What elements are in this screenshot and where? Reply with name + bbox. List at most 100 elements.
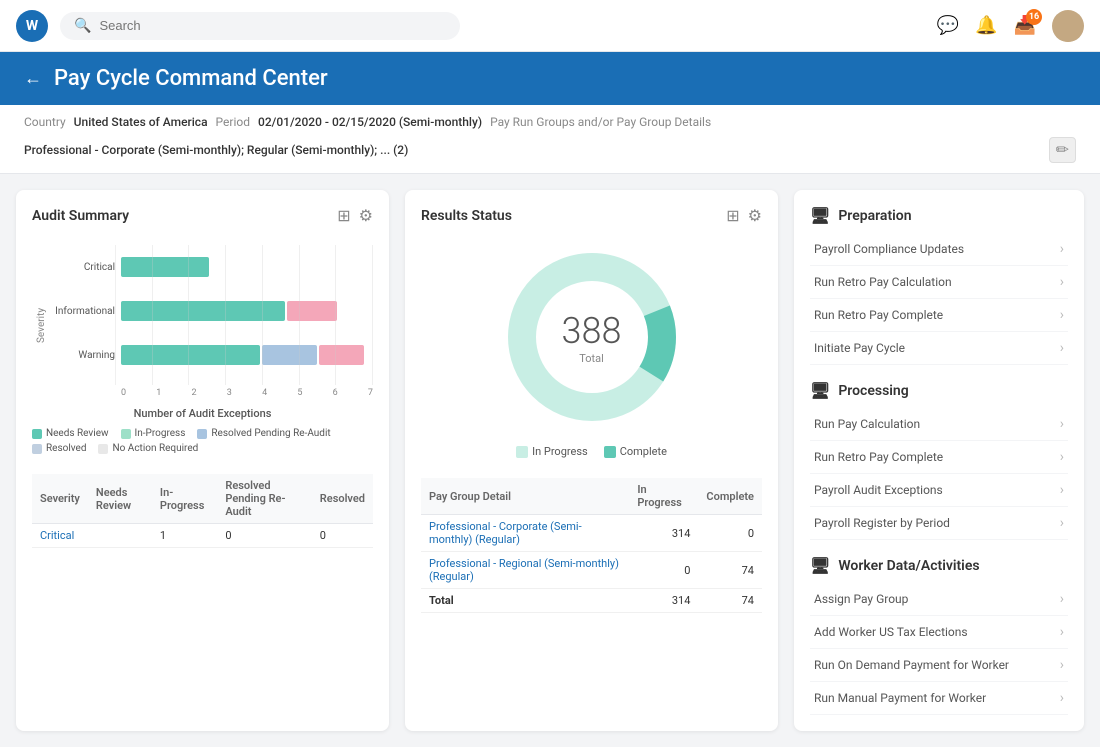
- menu-payroll-compliance[interactable]: Payroll Compliance Updates ›: [810, 233, 1068, 266]
- bell-icon[interactable]: 🔔: [975, 15, 997, 36]
- preparation-section-title: 🖥 Preparation: [810, 206, 1068, 225]
- inbox-badge: 16: [1026, 9, 1042, 25]
- menu-on-demand-payment[interactable]: Run On Demand Payment for Worker ›: [810, 649, 1068, 682]
- chevron-icon: ›: [1060, 690, 1064, 706]
- search-input[interactable]: [99, 18, 446, 33]
- results-legend: In Progress Complete: [421, 445, 762, 458]
- audit-summary-card: Audit Summary ⊞ ⚙ Severity: [16, 190, 389, 731]
- table-row: Professional - Corporate (Semi-monthly) …: [421, 515, 762, 552]
- legend-needs-review-icon: [32, 429, 42, 439]
- chevron-icon: ›: [1060, 416, 1064, 432]
- chevron-icon: ›: [1060, 241, 1064, 257]
- legend-complete-text: Complete: [620, 445, 667, 458]
- y-axis-label: Severity: [32, 245, 51, 405]
- chevron-icon: ›: [1060, 657, 1064, 673]
- period-label: Period: [216, 115, 250, 129]
- processing-section-title: 🖥 Processing: [810, 381, 1068, 400]
- back-button[interactable]: ←: [24, 68, 42, 89]
- donut-chart: 388 Total: [421, 237, 762, 437]
- results-table: Pay Group Detail In Progress Complete Pr…: [421, 478, 762, 613]
- chevron-icon: ›: [1060, 449, 1064, 465]
- payrun-value: Professional - Corporate (Semi-monthly);…: [24, 143, 408, 157]
- chevron-icon: ›: [1060, 482, 1064, 498]
- corporate-link[interactable]: Professional - Corporate (Semi-monthly) …: [421, 515, 629, 552]
- search-icon: 🔍: [74, 18, 91, 34]
- donut-total: 388: [562, 310, 622, 352]
- worker-data-icon: 🖥: [810, 556, 830, 575]
- results-card-icons: ⊞ ⚙: [726, 206, 762, 225]
- audit-col-resolved: Resolved: [312, 474, 373, 524]
- audit-legend: Needs Review In-Progress Resolved Pendin…: [32, 428, 373, 454]
- menu-payroll-audit[interactable]: Payroll Audit Exceptions ›: [810, 474, 1068, 507]
- informational-label: Informational: [55, 306, 115, 317]
- menu-payroll-register[interactable]: Payroll Register by Period ›: [810, 507, 1068, 540]
- chart-icon[interactable]: ⊞: [337, 206, 350, 225]
- worker-data-section-title: 🖥 Worker Data/Activities: [810, 556, 1068, 575]
- legend-inprogress-label: In-Progress: [135, 428, 186, 439]
- chevron-icon: ›: [1060, 624, 1064, 640]
- menu-run-pay-calc[interactable]: Run Pay Calculation ›: [810, 408, 1068, 441]
- table-row: Total 314 74: [421, 589, 762, 613]
- breadcrumb: Country United States of America Period …: [0, 105, 1100, 174]
- chat-icon[interactable]: 💬: [937, 15, 959, 36]
- chevron-icon: ›: [1060, 274, 1064, 290]
- edit-button[interactable]: ✏: [1049, 137, 1076, 163]
- menu-manual-payment[interactable]: Run Manual Payment for Worker ›: [810, 682, 1068, 715]
- preparation-menu: Payroll Compliance Updates › Run Retro P…: [810, 233, 1068, 365]
- menu-initiate-pay-cycle[interactable]: Initiate Pay Cycle ›: [810, 332, 1068, 365]
- chart-icon-2[interactable]: ⊞: [726, 206, 739, 225]
- search-bar[interactable]: 🔍: [60, 12, 460, 40]
- chevron-icon: ›: [1060, 307, 1064, 323]
- legend-resolved-pending-label: Resolved Pending Re-Audit: [211, 428, 330, 439]
- page-header: ← Pay Cycle Command Center: [0, 52, 1100, 105]
- processing-menu: Run Pay Calculation › Run Retro Pay Comp…: [810, 408, 1068, 540]
- table-row: Professional - Regional (Semi-monthly) (…: [421, 552, 762, 589]
- legend-resolved-icon: [32, 444, 42, 454]
- audit-col-in-progress: In-Progress: [152, 474, 217, 524]
- legend-resolved-label: Resolved: [46, 443, 86, 454]
- menu-assign-pay-group[interactable]: Assign Pay Group ›: [810, 583, 1068, 616]
- audit-col-severity: Severity: [32, 474, 88, 524]
- right-panel: 🖥 Preparation Payroll Compliance Updates…: [794, 190, 1084, 731]
- inbox-icon[interactable]: 📥 16: [1014, 15, 1036, 36]
- menu-worker-tax[interactable]: Add Worker US Tax Elections ›: [810, 616, 1068, 649]
- period-value: 02/01/2020 - 02/15/2020 (Semi-monthly): [258, 115, 482, 129]
- donut-label: Total: [562, 352, 622, 365]
- results-col-complete: Complete: [698, 478, 762, 515]
- menu-run-retro-pay-complete[interactable]: Run Retro Pay Complete ›: [810, 441, 1068, 474]
- country-value: United States of America: [74, 115, 208, 129]
- audit-col-needs-review: Needs Review: [88, 474, 152, 524]
- results-col-group: Pay Group Detail: [421, 478, 629, 515]
- critical-link[interactable]: Critical: [32, 524, 88, 548]
- page-title: Pay Cycle Command Center: [54, 66, 328, 91]
- menu-retro-pay-complete[interactable]: Run Retro Pay Complete ›: [810, 299, 1068, 332]
- country-label: Country: [24, 115, 66, 129]
- legend-complete-dot: [604, 446, 616, 458]
- legend-no-action-icon: [98, 444, 108, 454]
- regional-link[interactable]: Professional - Regional (Semi-monthly) (…: [421, 552, 629, 589]
- legend-no-action-label: No Action Required: [112, 443, 198, 454]
- audit-col-resolved-pending: Resolved Pending Re-Audit: [217, 474, 311, 524]
- preparation-icon: 🖥: [810, 206, 830, 225]
- legend-needs-review-label: Needs Review: [46, 428, 109, 439]
- gear-icon[interactable]: ⚙: [359, 206, 373, 225]
- audit-table: Severity Needs Review In-Progress Resolv…: [32, 474, 373, 548]
- results-status-card: Results Status ⊞ ⚙ 388 Total In Pr: [405, 190, 778, 731]
- top-nav: W 🔍 💬 🔔 📥 16: [0, 0, 1100, 52]
- avatar[interactable]: [1052, 10, 1084, 42]
- chevron-icon: ›: [1060, 340, 1064, 356]
- payrun-label: Pay Run Groups and/or Pay Group Details: [490, 115, 711, 129]
- legend-in-progress-text: In Progress: [532, 445, 588, 458]
- gear-icon-2[interactable]: ⚙: [748, 206, 762, 225]
- audit-card-icons: ⊞ ⚙: [337, 206, 373, 225]
- results-col-inprogress: In Progress: [629, 478, 698, 515]
- legend-in-progress-dot: [516, 446, 528, 458]
- x-axis-label: Number of Audit Exceptions: [32, 407, 373, 420]
- warning-label: Warning: [55, 350, 115, 361]
- workday-logo: W: [16, 10, 48, 42]
- menu-retro-pay-calc[interactable]: Run Retro Pay Calculation ›: [810, 266, 1068, 299]
- worker-data-menu: Assign Pay Group › Add Worker US Tax Ele…: [810, 583, 1068, 715]
- chevron-icon: ›: [1060, 591, 1064, 607]
- audit-summary-title: Audit Summary: [32, 208, 129, 224]
- legend-inprogress-icon: [121, 429, 131, 439]
